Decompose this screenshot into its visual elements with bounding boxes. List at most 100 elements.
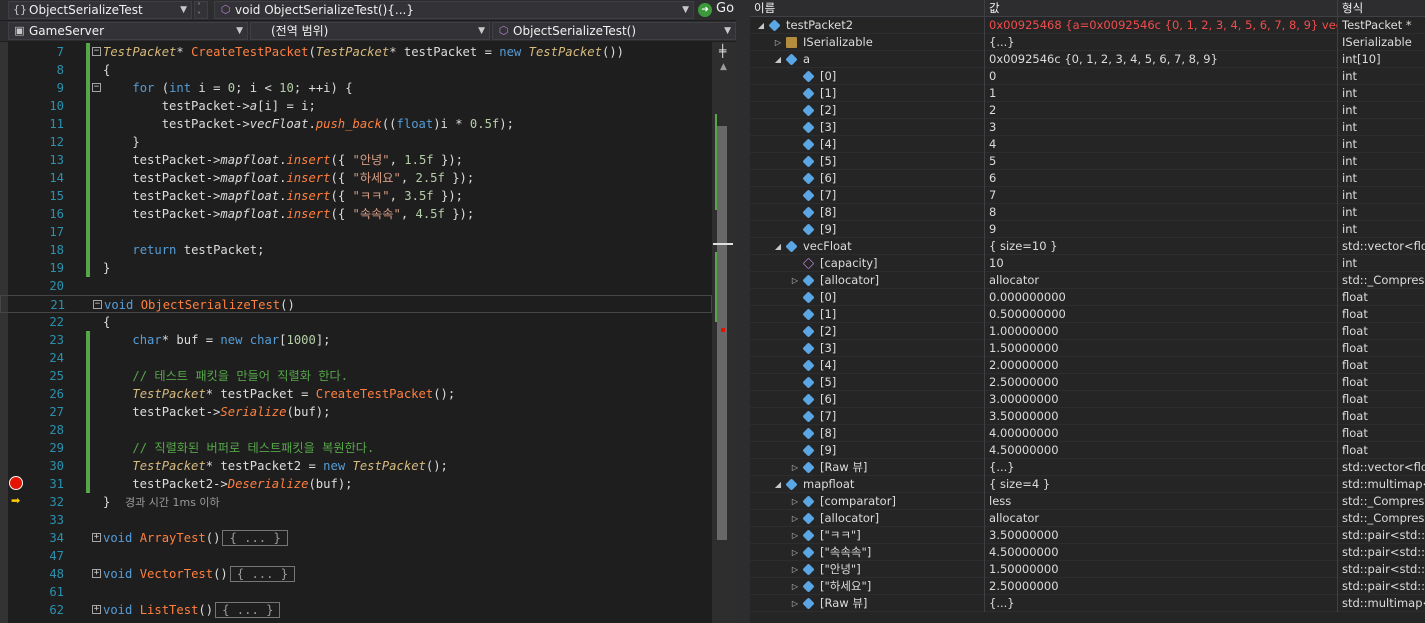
watch-value[interactable]: {...} (985, 34, 1338, 51)
watch-value[interactable]: 4.00000000 (985, 425, 1338, 442)
code-line[interactable]: 28 (0, 421, 712, 439)
watch-name-cell[interactable]: [5] (750, 374, 985, 391)
expanded-chevron-icon[interactable]: ◢ (773, 476, 783, 493)
code-line[interactable]: 12 } (0, 133, 712, 151)
collapse-icon[interactable]: − (92, 83, 101, 92)
watch-row[interactable]: [2] 2 int (750, 102, 1425, 119)
editor-scrollbar[interactable]: ╪ ▲ (712, 42, 736, 623)
watch-row[interactable]: [5] 5 int (750, 153, 1425, 170)
watch-row[interactable]: [3] 1.50000000 float (750, 340, 1425, 357)
collapsed-chevron-icon[interactable]: ▷ (790, 578, 800, 595)
watch-name-cell[interactable]: [4] (750, 357, 985, 374)
code-line[interactable]: 20 (0, 277, 712, 295)
breakpoint-icon[interactable] (9, 476, 23, 490)
pane-splitter[interactable] (736, 0, 750, 623)
watch-name-cell[interactable]: [1] (750, 85, 985, 102)
watch-name-cell[interactable]: ▷ [comparator] (750, 493, 985, 510)
watch-name-cell[interactable]: [5] (750, 153, 985, 170)
watch-value[interactable]: 5 (985, 153, 1338, 170)
watch-name-cell[interactable]: [8] (750, 204, 985, 221)
watch-value[interactable]: 3 (985, 119, 1338, 136)
collapsed-chevron-icon[interactable]: ▷ (790, 510, 800, 527)
watch-name-cell[interactable]: ▷ [Raw 뷰] (750, 595, 985, 612)
watch-row[interactable]: [2] 1.00000000 float (750, 323, 1425, 340)
project-spinner[interactable]: ˄ ˅ (194, 1, 208, 19)
code-line[interactable]: 7− TestPacket* CreateTestPacket(TestPacke… (0, 43, 712, 61)
code-line[interactable]: 9 − for (int i = 0; i < 10; ++i) { (0, 79, 712, 97)
watch-row[interactable]: ▷ [Raw 뷰] {...} std::multimap< (750, 595, 1425, 612)
watch-row[interactable]: [7] 7 int (750, 187, 1425, 204)
watch-value[interactable]: less (985, 493, 1338, 510)
code-line[interactable]: 18 return testPacket; (0, 241, 712, 259)
scope-combo[interactable]: ▣ GameServer ▼ (8, 22, 248, 40)
code-line[interactable]: 29 // 직렬화된 버퍼로 테스트패킷을 복원한다. (0, 439, 712, 457)
watch-name-cell[interactable]: ◢ testPacket2 (750, 17, 985, 34)
watch-row[interactable]: ◢ a 0x0092546c {0, 1, 2, 3, 4, 5, 6, 7, 8,… (750, 51, 1425, 68)
scrollbar-thumb[interactable] (717, 126, 727, 540)
watch-value[interactable]: 0x0092546c {0, 1, 2, 3, 4, 5, 6, 7, 8, 9… (985, 51, 1338, 68)
code-line[interactable]: 27 testPacket->Serialize(buf); (0, 403, 712, 421)
watch-name-cell[interactable]: ▷ [allocator] (750, 510, 985, 527)
watch-value[interactable]: 8 (985, 204, 1338, 221)
watch-name-cell[interactable]: [2] (750, 323, 985, 340)
watch-value[interactable]: 3.00000000 (985, 391, 1338, 408)
watch-value[interactable]: { size=4 } (985, 476, 1338, 493)
watch-row[interactable]: [8] 4.00000000 float (750, 425, 1425, 442)
watch-name-cell[interactable]: [9] (750, 221, 985, 238)
code-line[interactable]: 34 + void ArrayTest(){ ... } (0, 529, 712, 547)
watch-row[interactable]: [1] 0.500000000 float (750, 306, 1425, 323)
column-header-type[interactable]: 형식 (1338, 0, 1425, 17)
expand-icon[interactable]: + (92, 605, 101, 614)
watch-name-cell[interactable]: [6] (750, 170, 985, 187)
expanded-chevron-icon[interactable]: ◢ (773, 238, 783, 255)
watch-value[interactable]: 0x00925468 {a=0x0092546c {0, 1, 2, 3, 4,… (985, 17, 1338, 34)
code-line[interactable]: 24 (0, 349, 712, 367)
watch-value[interactable]: 6 (985, 170, 1338, 187)
watch-name-cell[interactable]: [9] (750, 442, 985, 459)
column-header-name[interactable]: 이름 (750, 0, 985, 17)
collapsed-chevron-icon[interactable]: ▷ (790, 561, 800, 578)
member-combo[interactable]: ⬡ ObjectSerializeTest() ▼ (492, 22, 736, 40)
watch-row[interactable]: ▷ [allocator] allocator std::_Compressed_pa… (750, 272, 1425, 289)
watch-name-cell[interactable]: ▷ ["안녕"] (750, 561, 985, 578)
watch-name-cell[interactable]: [7] (750, 408, 985, 425)
watch-value[interactable]: 1.50000000 (985, 340, 1338, 357)
collapsed-block[interactable]: { ... } (229, 566, 296, 582)
watch-row[interactable]: ◢ vecFloat { size=10 } std::vector<float> (750, 238, 1425, 255)
watch-value[interactable]: 2.50000000 (985, 374, 1338, 391)
watch-name-cell[interactable]: [7] (750, 187, 985, 204)
watch-value[interactable]: 4.50000000 (985, 544, 1338, 561)
code-line[interactable]: 19} (0, 259, 712, 277)
watch-row[interactable]: ▷ [comparator] less std::_Compressed_pair (750, 493, 1425, 510)
function-combo[interactable]: ⬡ void ObjectSerializeTest(){...} ▼ (214, 1, 694, 19)
collapsed-block[interactable]: { ... } (215, 602, 281, 618)
watch-row[interactable]: ◢ mapfloat { size=4 } std::multimap< (750, 476, 1425, 493)
code-line[interactable]: 8{ (0, 61, 712, 79)
code-line[interactable]: 23 char* buf = new char[1000]; (0, 331, 712, 349)
watch-row[interactable]: ▷ ["안녕"] 1.50000000 std::pair<std::basic (750, 561, 1425, 578)
expand-icon[interactable]: + (92, 533, 101, 542)
code-line[interactable]: 32} 경과 시간 1ms 이하 (0, 493, 712, 511)
project-combo[interactable]: {} ObjectSerializeTest ▼ (8, 1, 192, 19)
watch-value[interactable]: { size=10 } (985, 238, 1338, 255)
watch-row[interactable]: [7] 3.50000000 float (750, 408, 1425, 425)
watch-value[interactable]: 1.00000000 (985, 323, 1338, 340)
watch-row[interactable]: ▷ ["ㅋㅋ"] 3.50000000 std::pair<std::basic (750, 527, 1425, 544)
collapse-icon[interactable]: − (92, 47, 101, 56)
watch-name-cell[interactable]: ▷ ["하세요"] (750, 578, 985, 595)
watch-row[interactable]: ▷ [allocator] allocator std::_Compressed_pa… (750, 510, 1425, 527)
code-area[interactable]: 7− TestPacket* CreateTestPacket(TestPacke… (0, 42, 712, 623)
watch-row[interactable]: ◢ testPacket2 0x00925468 {a=0x0092546c {0,… (750, 17, 1425, 34)
code-line[interactable]: 10 testPacket->a[i] = i; (0, 97, 712, 115)
watch-name-cell[interactable]: [0] (750, 289, 985, 306)
watch-name-cell[interactable]: ▷ ["속속속"] (750, 544, 985, 561)
code-line[interactable]: 61 (0, 583, 712, 601)
watch-row[interactable]: [5] 2.50000000 float (750, 374, 1425, 391)
watch-row[interactable]: [4] 4 int (750, 136, 1425, 153)
watch-row[interactable]: [0] 0 int (750, 68, 1425, 85)
scroll-up-icon[interactable]: ▲ (720, 62, 727, 72)
watch-name-cell[interactable]: ◢ vecFloat (750, 238, 985, 255)
watch-name-cell[interactable]: [1] (750, 306, 985, 323)
collapsed-block[interactable]: { ... } (222, 530, 288, 546)
collapsed-chevron-icon[interactable]: ▷ (790, 272, 800, 289)
